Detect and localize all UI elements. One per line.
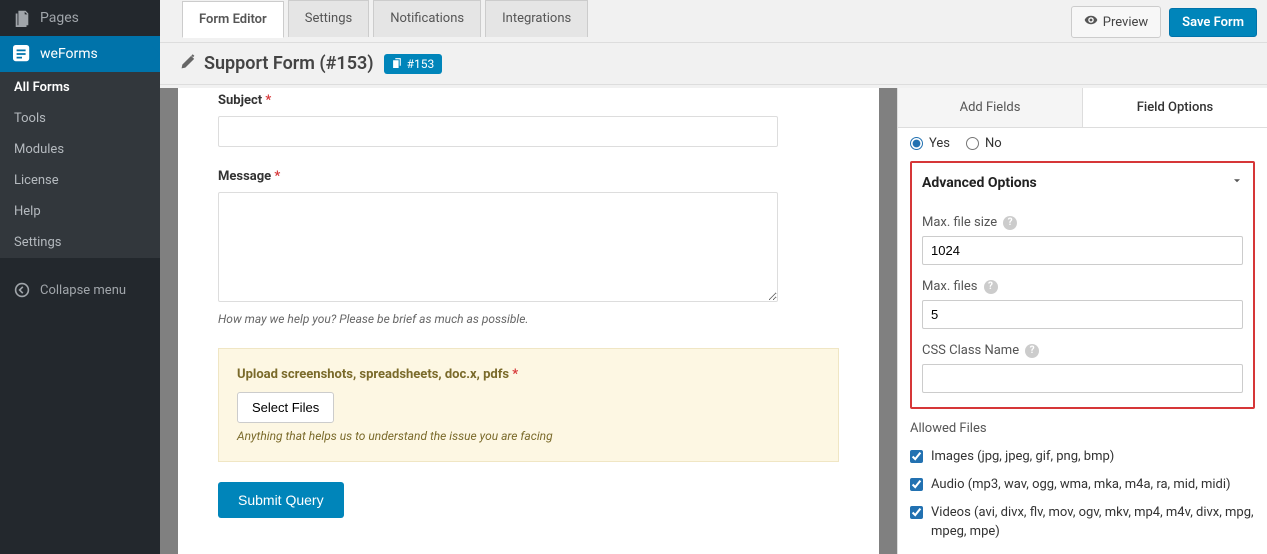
max-files-label: Max. files ? [922,279,1243,294]
submenu-tools[interactable]: Tools [0,103,160,134]
max-file-size-input[interactable] [922,236,1243,265]
collapse-menu[interactable]: Collapse menu [0,270,160,310]
pages-icon [12,8,32,28]
submenu-modules[interactable]: Modules [0,134,160,165]
max-files-input[interactable] [922,300,1243,329]
checkbox-images[interactable] [910,450,923,463]
label-images: Images (jpg, jpeg, gif, png, bmp) [931,448,1114,466]
submenu-license[interactable]: License [0,165,160,196]
upload-block[interactable]: Upload screenshots, spreadsheets, doc.x,… [218,348,839,462]
upload-label: Upload screenshots, spreadsheets, doc.x,… [237,367,820,382]
form-title: Support Form (#153) [204,53,374,74]
subject-label: Subject * [218,93,839,108]
upload-help: Anything that helps us to understand the… [237,429,820,443]
allowed-files-label: Allowed Files [910,421,1255,436]
submenu-help[interactable]: Help [0,196,160,227]
help-icon[interactable]: ? [984,280,998,294]
label-videos: Videos (avi, divx, flv, mov, ogv, mkv, m… [931,504,1255,540]
checkbox-videos[interactable] [910,506,923,519]
sidebar-item-weforms[interactable]: weForms [0,36,160,72]
select-files-button[interactable]: Select Files [237,392,334,423]
save-form-button[interactable]: Save Form [1169,8,1257,37]
weforms-icon [12,44,32,64]
chevron-down-icon [1231,175,1243,191]
message-label: Message * [218,169,839,184]
pencil-icon [180,54,196,74]
sidebar-item-pages[interactable]: Pages [0,0,160,36]
panel-tab-field-options[interactable]: Field Options [1083,88,1267,127]
advanced-options-toggle[interactable]: Advanced Options [922,165,1243,201]
radio-no[interactable]: No [966,136,1002,151]
tab-form-editor[interactable]: Form Editor [182,1,284,38]
submit-button[interactable]: Submit Query [218,482,344,518]
tab-notifications[interactable]: Notifications [373,0,481,37]
preview-button[interactable]: Preview [1071,6,1161,38]
message-help: How may we help you? Please be brief as … [218,312,839,326]
tab-settings[interactable]: Settings [288,0,369,37]
submenu-all-forms[interactable]: All Forms [0,72,160,103]
submenu-settings[interactable]: Settings [0,227,160,258]
panel-tab-add-fields[interactable]: Add Fields [898,88,1083,127]
copy-icon [392,57,403,71]
form-id-badge[interactable]: #153 [384,54,443,74]
label-audio: Audio (mp3, wav, ogg, wma, mka, m4a, ra,… [931,476,1231,494]
max-file-size-label: Max. file size ? [922,215,1243,230]
css-class-input[interactable] [922,364,1243,393]
radio-yes[interactable]: Yes [910,136,950,151]
preview-label: Preview [1103,15,1148,30]
eye-icon [1084,13,1098,31]
help-icon[interactable]: ? [1025,344,1039,358]
help-icon[interactable]: ? [1003,216,1017,230]
collapse-icon [12,280,32,300]
sidebar-label-weforms: weForms [40,46,98,62]
subject-input[interactable] [218,116,778,147]
checkbox-audio[interactable] [910,478,923,491]
badge-text: #153 [407,57,435,71]
collapse-label: Collapse menu [40,283,126,298]
message-textarea[interactable] [218,192,778,302]
tab-integrations[interactable]: Integrations [485,0,588,37]
sidebar-label-pages: Pages [40,10,79,26]
css-class-label: CSS Class Name ? [922,343,1243,358]
